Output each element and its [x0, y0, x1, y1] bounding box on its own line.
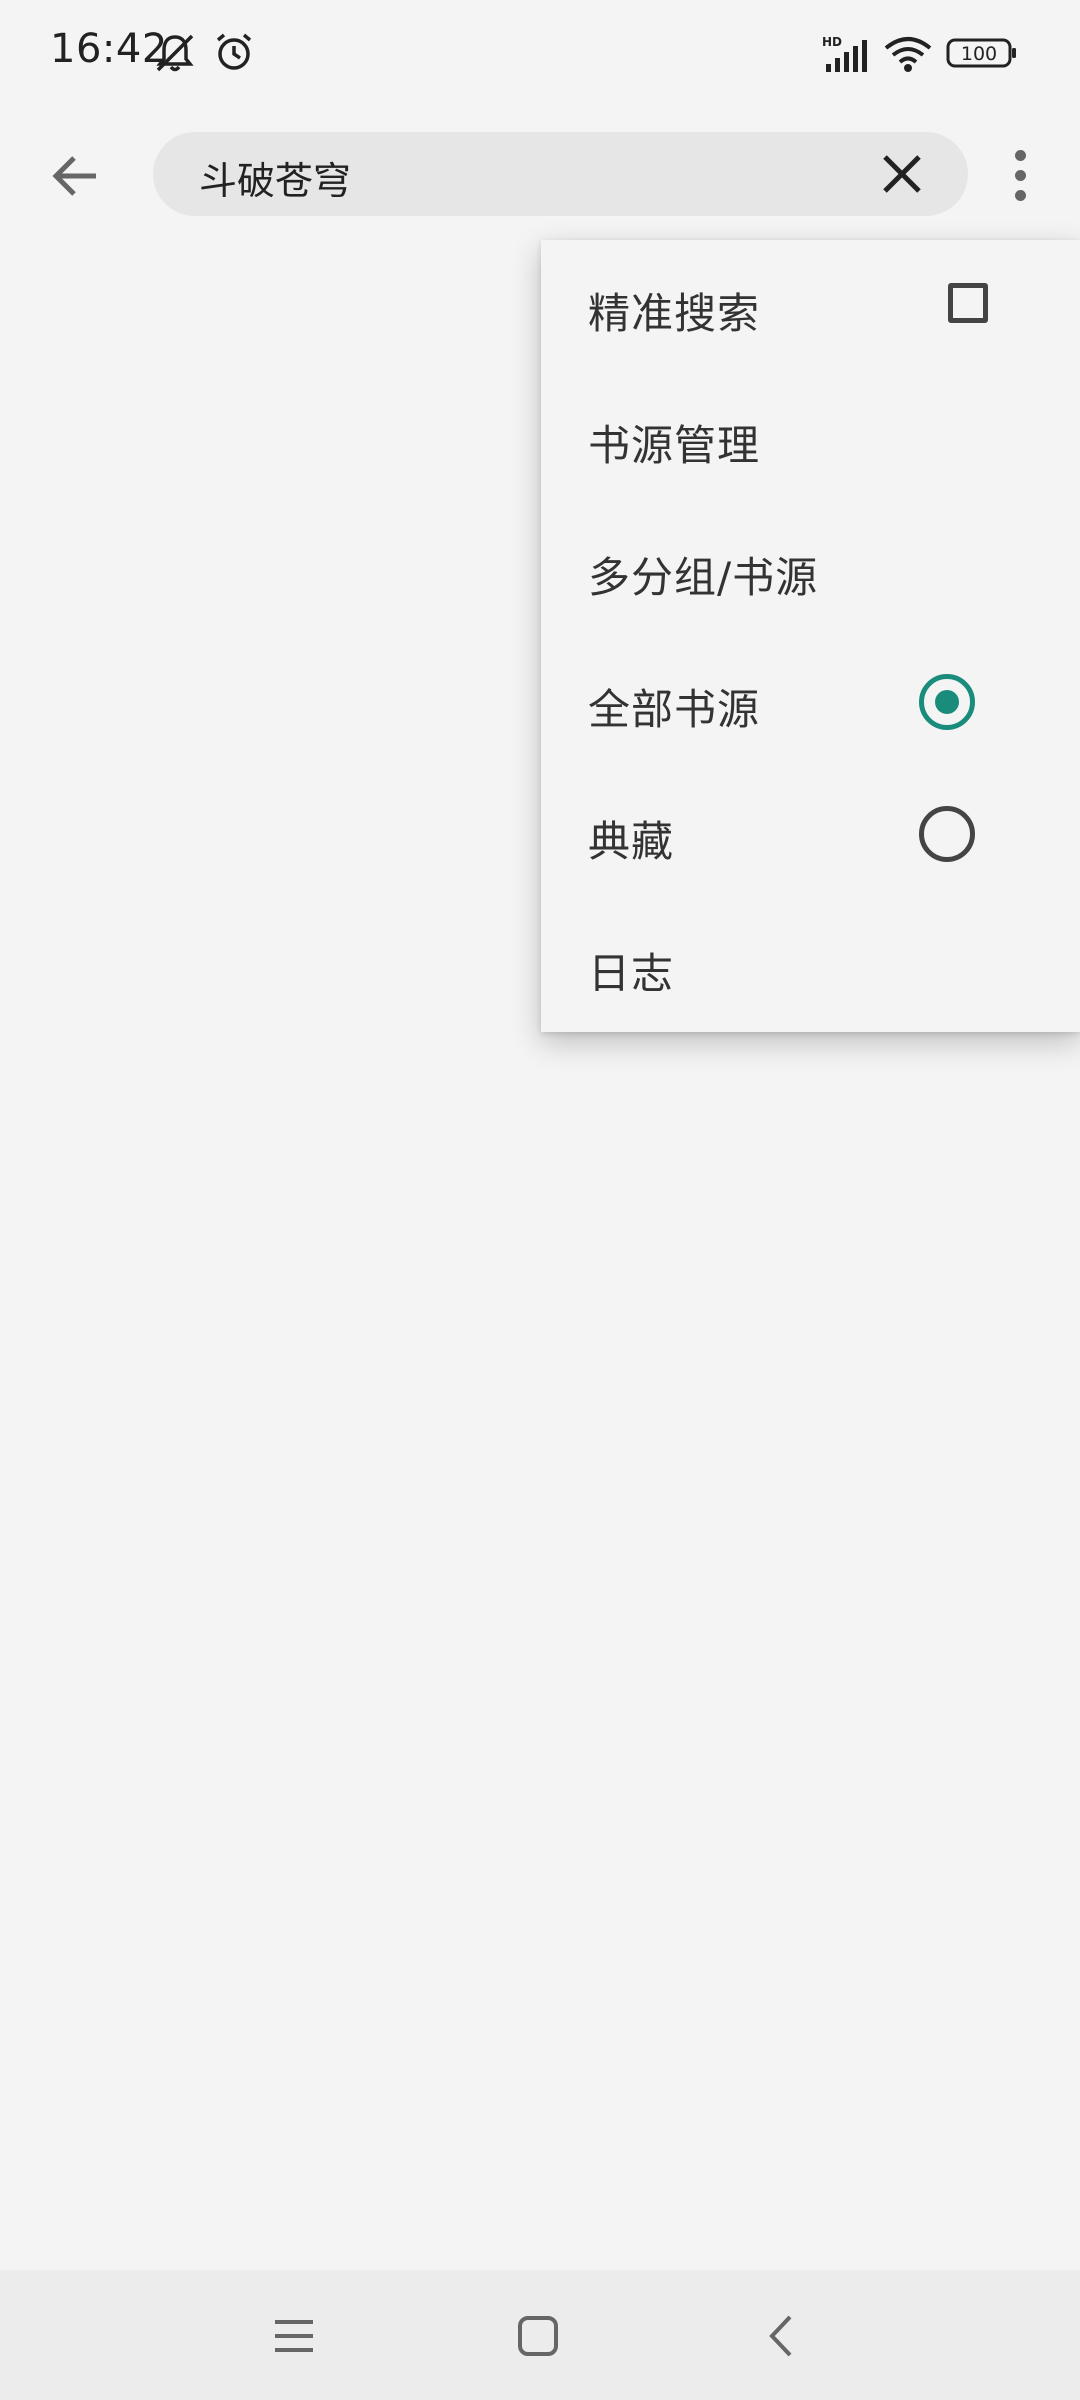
bell-muted-icon — [152, 30, 198, 80]
back-button[interactable] — [40, 140, 112, 212]
menu-item-all-sources[interactable]: 全部书源 — [541, 636, 1080, 768]
status-time: 16:42 — [50, 26, 168, 72]
nav-recents-button[interactable] — [256, 2298, 332, 2374]
battery-level: 100 — [961, 43, 997, 65]
clear-search-button[interactable] — [878, 150, 926, 198]
nav-back-button[interactable] — [744, 2298, 820, 2374]
more-options-button[interactable] — [1000, 140, 1040, 210]
status-bar: 16:42 HD 100 — [0, 0, 1080, 108]
back-icon — [769, 2315, 792, 2357]
home-icon — [518, 2316, 558, 2356]
alarm-icon — [212, 30, 256, 78]
more-vert-icon — [1014, 149, 1026, 161]
hd-signal-icon: HD — [820, 34, 874, 78]
menu-item-collection[interactable]: 典藏 — [541, 768, 1080, 900]
menu-item-label: 多分组/书源 — [588, 553, 819, 602]
collection-radio[interactable] — [919, 806, 975, 862]
menu-item-multi-group[interactable]: 多分组/书源 — [541, 504, 1080, 636]
menu-item-precise-search[interactable]: 精准搜索 — [541, 240, 1080, 372]
menu-item-log[interactable]: 日志 — [541, 900, 1080, 1032]
arrow-left-icon — [52, 156, 96, 196]
menu-item-label: 典藏 — [588, 817, 675, 866]
menu-item-label: 日志 — [588, 949, 675, 998]
battery-icon: 100 — [946, 36, 1018, 74]
menu-item-label: 精准搜索 — [588, 289, 761, 338]
nav-home-button[interactable] — [500, 2298, 576, 2374]
navigation-bar — [0, 2270, 1080, 2400]
wifi-icon — [882, 34, 934, 78]
precise-search-checkbox[interactable] — [948, 283, 988, 323]
menu-item-label: 全部书源 — [588, 685, 761, 734]
all-sources-radio[interactable] — [919, 674, 975, 730]
menu-icon — [275, 2320, 313, 2352]
close-icon — [883, 155, 921, 193]
search-input[interactable]: 斗破苍穹 — [199, 150, 351, 205]
menu-item-label: 书源管理 — [588, 421, 761, 470]
overflow-menu: 精准搜索 书源管理 多分组/书源 全部书源 典藏 日志 — [541, 240, 1080, 1032]
svg-text:HD: HD — [822, 35, 842, 49]
search-field[interactable]: 斗破苍穹 — [153, 132, 968, 216]
radio-selected-dot — [935, 690, 959, 714]
menu-item-source-management[interactable]: 书源管理 — [541, 372, 1080, 504]
